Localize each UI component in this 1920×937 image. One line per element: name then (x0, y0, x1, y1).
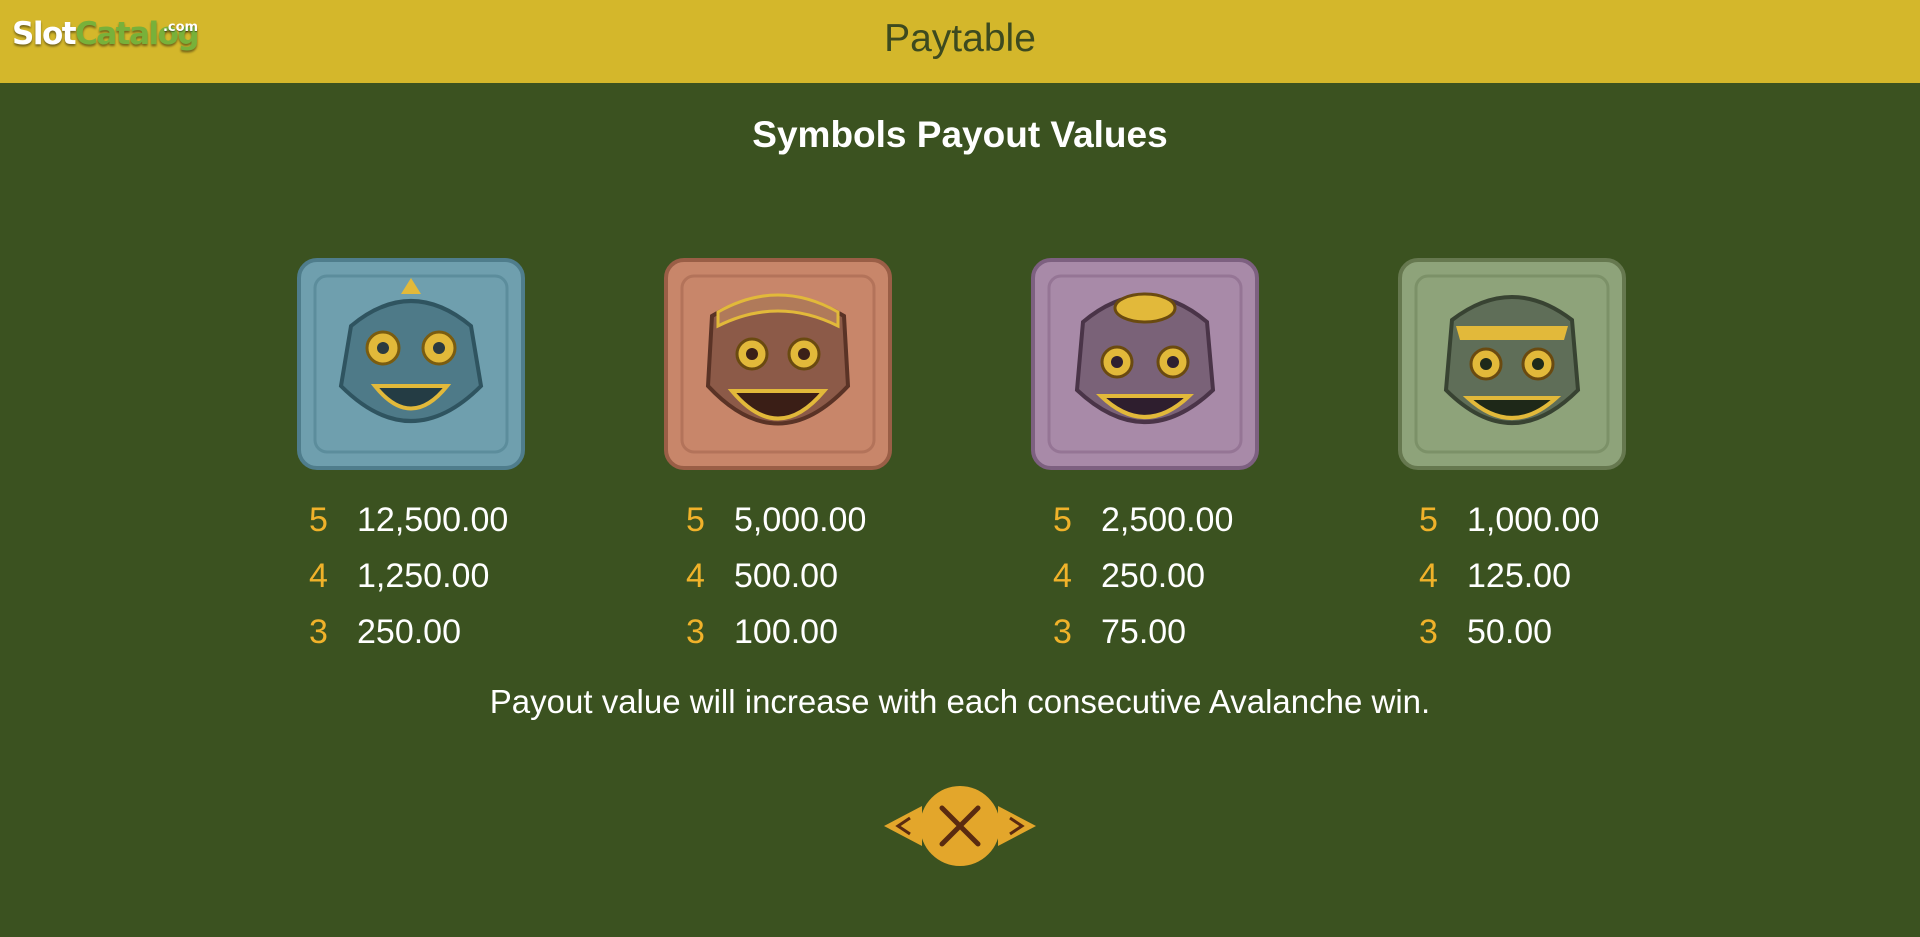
purple-mask-icon (1029, 256, 1261, 472)
match-count: 4 (309, 557, 328, 595)
payout-table-purple: 5 2,500.00 4 250.00 3 75.00 (1053, 495, 1273, 663)
match-count: 5 (1053, 501, 1072, 539)
payout-row: 3 50.00 (1419, 607, 1639, 663)
match-count: 3 (1419, 613, 1438, 651)
payout-value: 2,500.00 (1101, 501, 1234, 539)
payout-table-brown: 5 5,000.00 4 500.00 3 100.00 (686, 495, 906, 663)
match-count: 4 (686, 557, 705, 595)
payout-row: 5 2,500.00 (1053, 495, 1273, 551)
payout-row: 5 1,000.00 (1419, 495, 1639, 551)
payout-value: 5,000.00 (734, 501, 867, 539)
match-count: 4 (1419, 557, 1438, 595)
paytable-navigation (884, 786, 1036, 866)
match-count: 4 (1053, 557, 1072, 595)
payout-row: 3 100.00 (686, 607, 906, 663)
header-bar: SlotCatalog .com Paytable (0, 0, 1920, 83)
payout-value: 1,000.00 (1467, 501, 1600, 539)
payout-value: 250.00 (1101, 557, 1205, 595)
brown-mask-icon (662, 256, 894, 472)
payout-value: 75.00 (1101, 613, 1187, 651)
payout-value: 500.00 (734, 557, 838, 595)
payout-value: 125.00 (1467, 557, 1571, 595)
payout-row: 3 75.00 (1053, 607, 1273, 663)
chevron-right-icon (998, 806, 1036, 846)
prev-page-button[interactable] (884, 806, 922, 846)
chevron-left-icon (884, 806, 922, 846)
payout-row: 4 125.00 (1419, 551, 1639, 607)
payout-row: 5 12,500.00 (309, 495, 529, 551)
payout-value: 100.00 (734, 613, 838, 651)
match-count: 5 (686, 501, 705, 539)
close-icon (920, 786, 1000, 866)
avalanche-footnote: Payout value will increase with each con… (489, 683, 1431, 720)
payout-row: 5 5,000.00 (686, 495, 906, 551)
payout-value: 1,250.00 (357, 557, 490, 595)
payout-table-blue: 5 12,500.00 4 1,250.00 3 250.00 (309, 495, 529, 663)
close-button[interactable] (920, 786, 1000, 866)
page-title: Paytable (884, 17, 1036, 60)
match-count: 5 (309, 501, 328, 539)
match-count: 3 (309, 613, 328, 651)
match-count: 3 (1053, 613, 1072, 651)
payout-row: 3 250.00 (309, 607, 529, 663)
payout-value: 250.00 (357, 613, 461, 651)
match-count: 3 (686, 613, 705, 651)
next-page-button[interactable] (998, 806, 1036, 846)
green-mask-icon (1396, 256, 1628, 472)
payout-table-green: 5 1,000.00 4 125.00 3 50.00 (1419, 495, 1639, 663)
match-count: 5 (1419, 501, 1438, 539)
section-title: Symbols Payout Values (752, 114, 1168, 155)
payout-value: 50.00 (1467, 613, 1553, 651)
payout-row: 4 250.00 (1053, 551, 1273, 607)
blue-mask-icon (295, 256, 527, 472)
payout-row: 4 500.00 (686, 551, 906, 607)
payout-row: 4 1,250.00 (309, 551, 529, 607)
payout-value: 12,500.00 (357, 501, 509, 539)
